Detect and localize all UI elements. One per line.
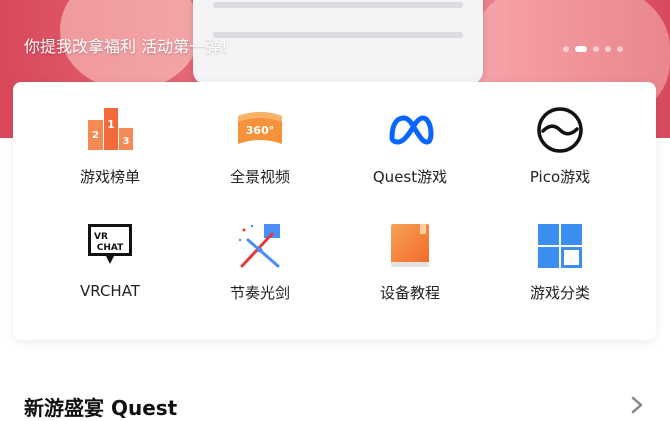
grid-item-label: VRCHAT [80,282,140,300]
svg-text:360°: 360° [246,124,274,137]
section-title: 新游盛宴 Quest [24,396,178,420]
banner-dot-active[interactable] [575,46,587,52]
grid-item-vrchat[interactable]: VR CHAT VRCHAT [35,220,185,300]
grid-item-game-categories[interactable]: 游戏分类 [485,220,635,303]
category-card: 1 2 3 游戏榜单 360° 全景视频 Quest游戏 Pico游戏 VR C… [13,82,656,340]
banner-paper-illustration [193,0,483,85]
grid-item-label: 全景视频 [229,168,290,186]
grid-item-quest-games[interactable]: Quest游戏 [335,104,485,187]
chevron-right-icon[interactable] [628,394,646,416]
grid-item-label: Pico游戏 [529,168,591,186]
grid-item-label: 游戏分类 [529,284,590,302]
grid-item-label: 节奏光剑 [229,284,290,302]
grid-item-game-ranking[interactable]: 1 2 3 游戏榜单 [35,104,185,187]
svg-text:1: 1 [107,118,115,131]
banner-dot[interactable] [563,46,569,52]
banner-dot[interactable] [605,46,611,52]
grid-item-label: 游戏榜单 [79,168,140,186]
banner-dot[interactable] [593,46,599,52]
grid-item-pico-games[interactable]: Pico游戏 [485,104,635,187]
banner-pagination [563,46,623,52]
svg-text:2: 2 [92,130,99,141]
tutorial-book-icon [391,224,429,267]
vrchat-logo-icon: VR CHAT [88,224,132,264]
svg-text:3: 3 [123,136,130,147]
panorama-360-icon: 360° [238,112,282,144]
banner-dot[interactable] [617,46,623,52]
ranking-podium-icon: 1 2 3 [88,108,133,150]
banner-caption: 你提我改拿福利 活动第一弹! [24,37,228,56]
windows-grid-icon [538,224,582,268]
svg-text:CHAT: CHAT [97,243,124,253]
grid-item-device-tutorial[interactable]: 设备教程 [335,220,485,303]
grid-item-panorama-video[interactable]: 360° 全景视频 [185,104,335,187]
grid-item-label: 设备教程 [379,284,440,302]
grid-item-label: Quest游戏 [372,168,448,186]
svg-text:VR: VR [94,232,108,242]
beat-saber-icon [238,224,280,268]
pico-logo-icon [537,107,583,153]
grid-item-beat-saber[interactable]: 节奏光剑 [185,220,335,303]
meta-infinity-icon [389,115,434,145]
